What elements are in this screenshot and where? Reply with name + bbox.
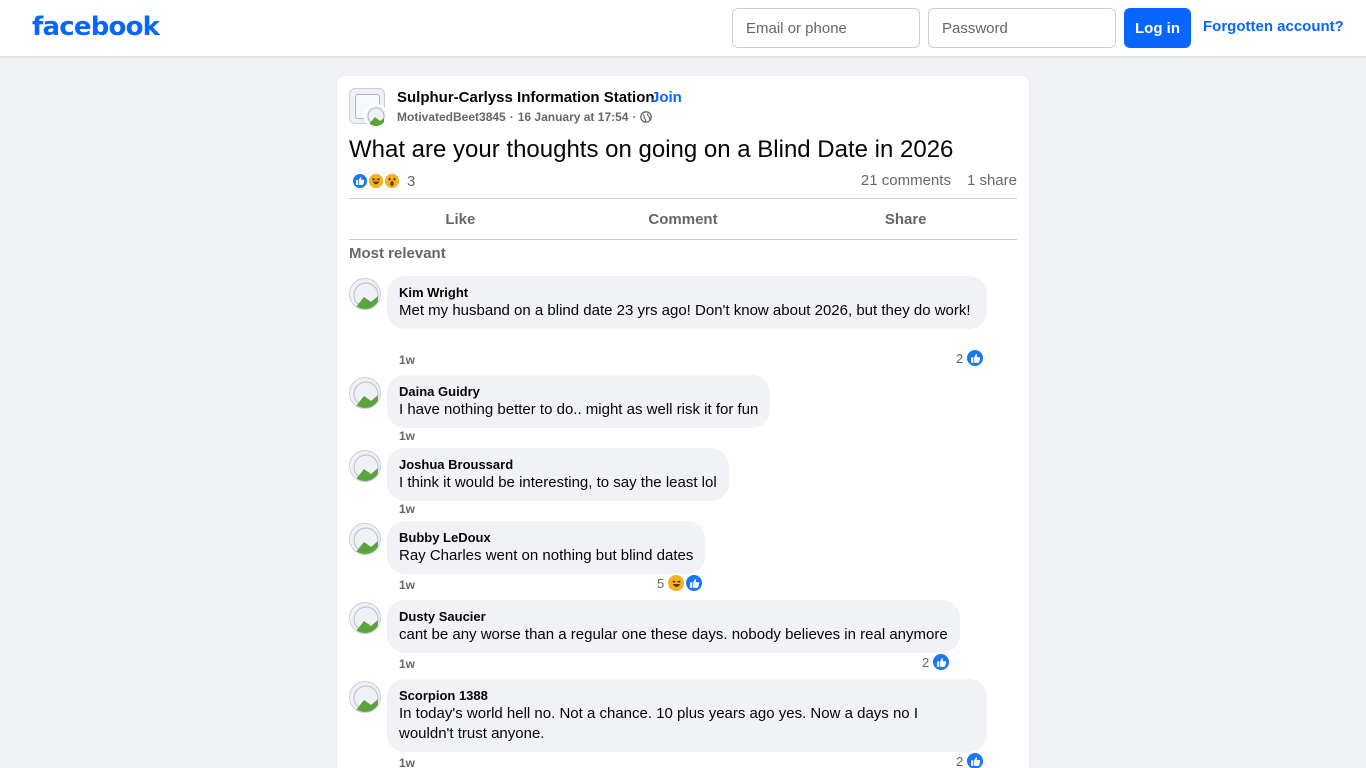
globe-icon: [640, 111, 653, 123]
post-reactions[interactable]: 3: [351, 171, 415, 191]
forgotten-account-link[interactable]: Forgotten account?: [1203, 18, 1344, 35]
comment-reactions[interactable]: 2: [956, 348, 986, 368]
comment-time[interactable]: 1w: [399, 429, 415, 443]
commenter-name[interactable]: Bubby LeDoux: [399, 529, 693, 546]
comment-bubble: Scorpion 1388 In today's world hell no. …: [387, 679, 987, 752]
comment-reaction-count: 2: [922, 654, 930, 670]
like-button[interactable]: Like: [349, 199, 572, 239]
separator-dot: ·: [509, 110, 514, 124]
comment-item: Daina Guidry I have nothing better to do…: [349, 375, 1017, 445]
comment-reaction-count: 5: [657, 575, 665, 591]
login-button[interactable]: Log in: [1124, 8, 1191, 48]
commenter-name[interactable]: Daina Guidry: [399, 383, 758, 400]
comment-reaction-count: 2: [956, 350, 964, 366]
comment-time[interactable]: 1w: [399, 756, 415, 768]
comment-item: Dusty Saucier cant be any worse than a r…: [349, 600, 1017, 675]
separator-dot: ·: [632, 110, 637, 124]
post-date[interactable]: 16 January at 17:54: [518, 110, 629, 124]
avatar-placeholder-icon: [350, 279, 380, 309]
comment-text: I think it would be interesting, to say …: [399, 474, 717, 491]
facebook-logo[interactable]: facebook: [32, 12, 160, 42]
like-reaction-icon: [965, 348, 986, 368]
comment-bubble: Dusty Saucier cant be any worse than a r…: [387, 600, 960, 653]
commenter-name[interactable]: Dusty Saucier: [399, 608, 948, 625]
group-name-link[interactable]: Sulphur-Carlyss Information Station: [397, 89, 655, 106]
haha-reaction-icon: [666, 573, 687, 593]
like-reaction-icon: [931, 652, 952, 672]
comment-reaction-count: 2: [956, 753, 964, 768]
comments-count[interactable]: 21 comments: [861, 172, 951, 189]
reaction-count[interactable]: 3: [407, 173, 415, 190]
post-meta: MotivatedBeet3845 · 16 January at 17:54 …: [397, 110, 653, 124]
post-card: Sulphur-Carlyss Information Station · Jo…: [337, 76, 1029, 768]
post-actions: Like Comment Share: [349, 198, 1017, 240]
comment-text: I have nothing better to do.. might as w…: [399, 401, 759, 418]
password-field[interactable]: [928, 8, 1116, 48]
commenter-avatar[interactable]: [349, 523, 381, 555]
commenter-avatar[interactable]: [349, 681, 381, 713]
avatar-placeholder-icon: [350, 524, 380, 554]
commenter-avatar[interactable]: [349, 278, 381, 310]
comment-item: Scorpion 1388 In today's world hell no. …: [349, 679, 1017, 768]
avatar-placeholder-icon: [350, 603, 380, 633]
comment-reactions[interactable]: 2: [922, 652, 952, 672]
comment-text: Met my husband on a blind date 23 yrs ag…: [399, 302, 971, 319]
commenter-avatar[interactable]: [349, 602, 381, 634]
comment-text: Ray Charles went on nothing but blind da…: [399, 547, 694, 564]
avatar-placeholder-icon: [350, 682, 380, 712]
commenter-name[interactable]: Joshua Broussard: [399, 456, 717, 473]
comment-bubble: Kim Wright Met my husband on a blind dat…: [387, 276, 987, 329]
like-reaction-icon: [965, 751, 986, 768]
commenter-avatar[interactable]: [349, 377, 381, 409]
author-avatar[interactable]: [364, 104, 388, 128]
comment-filter[interactable]: Most relevant: [349, 245, 446, 262]
email-field[interactable]: [732, 8, 920, 48]
comment-bubble: Bubby LeDoux Ray Charles went on nothing…: [387, 521, 706, 574]
comment-item: Joshua Broussard I think it would be int…: [349, 448, 1017, 518]
comment-time[interactable]: 1w: [399, 657, 415, 671]
comment-text: cant be any worse than a regular one the…: [399, 626, 948, 643]
separator-dot: ·: [642, 89, 647, 106]
comment-time[interactable]: 1w: [399, 353, 415, 367]
comment-button[interactable]: Comment: [572, 199, 795, 239]
commenter-name[interactable]: Scorpion 1388: [399, 687, 975, 704]
author-name[interactable]: MotivatedBeet3845: [397, 110, 506, 124]
post-title: What are your thoughts on going on a Bli…: [349, 136, 954, 163]
comment-text: In today's world hell no. Not a chance. …: [399, 705, 918, 742]
join-link[interactable]: Join: [651, 89, 682, 106]
commenter-avatar[interactable]: [349, 450, 381, 482]
shares-count[interactable]: 1 share: [967, 172, 1017, 189]
comment-time[interactable]: 1w: [399, 502, 415, 516]
comment-reactions[interactable]: 2: [956, 751, 986, 768]
avatar-placeholder-icon: [350, 451, 380, 481]
comment-item: Kim Wright Met my husband on a blind dat…: [349, 276, 1017, 371]
avatar-placeholder-icon: [350, 378, 380, 408]
share-button[interactable]: Share: [794, 199, 1017, 239]
top-bar: facebook Log in Forgotten account?: [0, 0, 1366, 57]
comment-bubble: Joshua Broussard I think it would be int…: [387, 448, 729, 501]
avatar-placeholder-icon: [366, 106, 386, 126]
comment-time[interactable]: 1w: [399, 578, 415, 592]
comment-reactions[interactable]: 5: [657, 573, 705, 593]
commenter-name[interactable]: Kim Wright: [399, 284, 975, 301]
like-reaction-icon: [684, 573, 705, 593]
comment-bubble: Daina Guidry I have nothing better to do…: [387, 375, 771, 428]
comment-item: Bubby LeDoux Ray Charles went on nothing…: [349, 521, 1017, 596]
wow-reaction-icon: [383, 172, 401, 190]
engagement-counts: 21 comments 1 share: [861, 172, 1017, 189]
